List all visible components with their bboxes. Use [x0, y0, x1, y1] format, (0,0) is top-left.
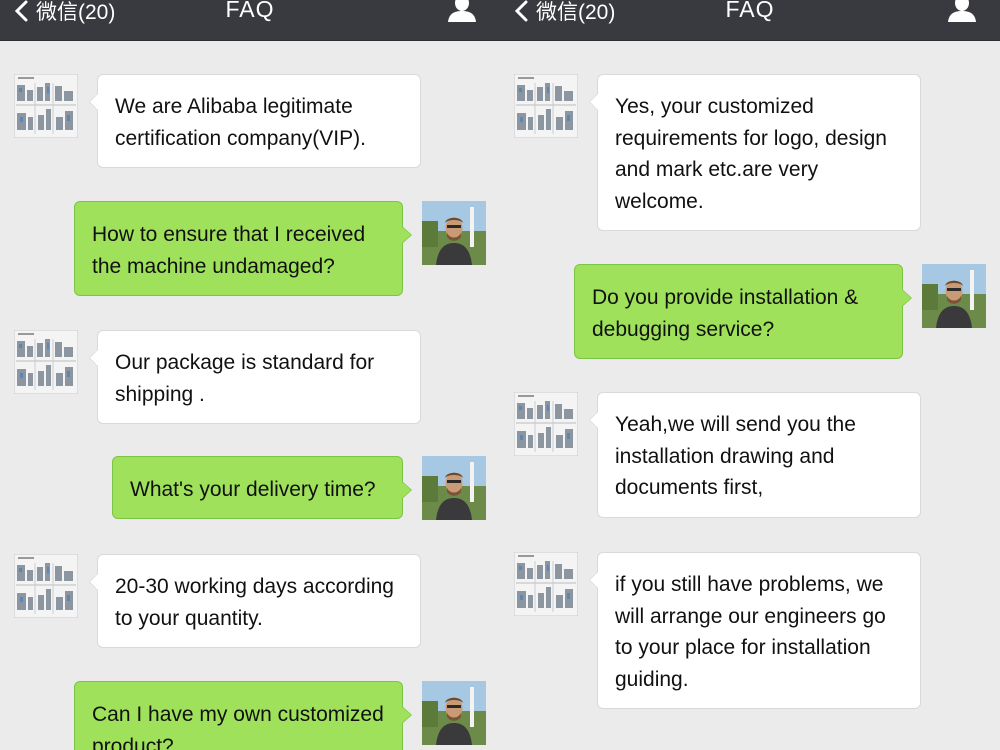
company-avatar[interactable] — [514, 552, 578, 616]
user-avatar[interactable] — [922, 264, 986, 328]
message-bubble[interactable]: Do you provide installation & debugging … — [574, 264, 912, 359]
header-divider — [0, 40, 500, 41]
top-bar: 微信(20) FAQ — [0, 0, 500, 40]
person-icon — [948, 0, 976, 22]
company-avatar[interactable] — [514, 392, 578, 456]
user-avatar[interactable] — [422, 201, 486, 265]
chat-screen-right: 微信(20) FAQ Yes, your customized requirem… — [500, 0, 1000, 750]
company-avatar[interactable] — [14, 554, 78, 618]
message-bubble[interactable]: We are Alibaba legitimate certification … — [89, 74, 421, 168]
company-avatar[interactable] — [14, 330, 78, 394]
chat-screen-left: 微信(20) FAQ We are Alibaba legitimate cer… — [0, 0, 500, 750]
user-avatar[interactable] — [422, 681, 486, 745]
page-title: FAQ — [225, 0, 275, 22]
message-bubble[interactable]: Yes, your customized requirements for lo… — [589, 74, 921, 231]
message-bubble[interactable]: Our package is standard for shipping . — [89, 330, 421, 424]
message-bubble[interactable]: 20-30 working days according to your qua… — [89, 554, 421, 648]
message-bubble[interactable]: if you still have problems, we will arra… — [589, 552, 921, 709]
profile-button[interactable] — [946, 0, 978, 22]
page-title: FAQ — [725, 0, 775, 22]
top-bar: 微信(20) FAQ — [500, 0, 1000, 40]
message-bubble[interactable]: How to ensure that I received the machin… — [74, 201, 412, 296]
user-avatar[interactable] — [422, 456, 486, 520]
message-bubble[interactable]: Can I have my own customized product? — [74, 681, 412, 750]
person-icon — [448, 0, 476, 22]
header-divider — [500, 40, 1000, 41]
profile-button[interactable] — [446, 0, 478, 22]
message-bubble[interactable]: Yeah,we will send you the installation d… — [589, 392, 921, 518]
message-bubble[interactable]: What's your delivery time? — [112, 456, 412, 519]
company-avatar[interactable] — [514, 74, 578, 138]
company-avatar[interactable] — [14, 74, 78, 138]
